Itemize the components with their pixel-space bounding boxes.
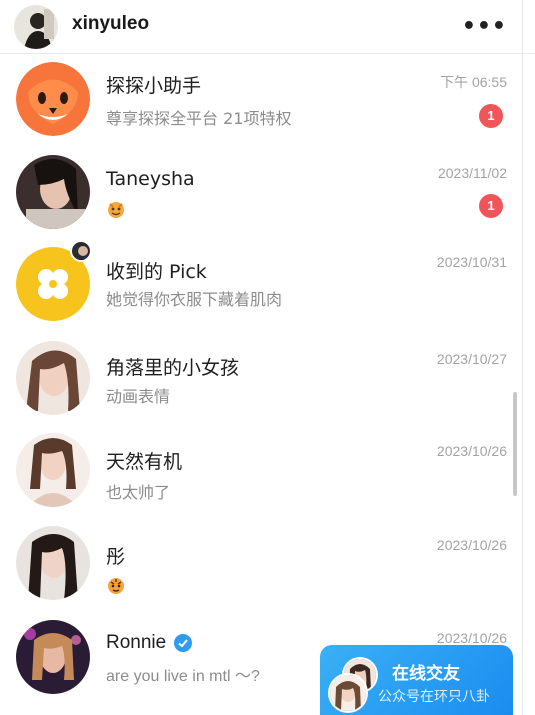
online-card-title: 在线交友 — [392, 664, 460, 684]
chat-name: Ronnie — [106, 632, 167, 653]
chat-time: 下午 06:55 — [440, 74, 507, 90]
chat-name: 收到的 Pick — [106, 261, 207, 283]
panel-edge-divider — [522, 0, 523, 715]
unread-badge: 1 — [479, 104, 503, 128]
chat-name: 探探小助手 — [106, 75, 202, 97]
pick-sender-avatar — [70, 240, 92, 262]
chat-preview: 也太帅了 — [106, 483, 171, 502]
chat-name: 天然有机 — [106, 451, 183, 473]
card-avatar-bottom — [328, 673, 368, 713]
chat-time: 2023/10/27 — [436, 351, 507, 367]
chat-time: 2023/10/31 — [436, 254, 507, 270]
account-username: xinyuleo — [72, 13, 150, 34]
tong-avatar — [16, 526, 90, 600]
chat-preview: 尊享探探全平台 21项特权 — [106, 109, 292, 128]
scrollbar[interactable] — [513, 392, 517, 496]
taneysha-avatar — [16, 155, 90, 229]
assistant-avatar — [16, 62, 90, 136]
emoji-sticker-icon — [106, 199, 126, 223]
chat-row-tong[interactable]: 彤 2023/10/26 — [0, 526, 535, 618]
chat-preview: 她觉得你衣服下藏着肌肉 — [106, 290, 283, 309]
watermark-text: 公众号在环只八卦 — [378, 689, 490, 705]
online-dating-card[interactable]: 在线交友 公众号在环只八卦 — [320, 645, 513, 715]
chat-row-pick[interactable]: 收到的 Pick 她觉得你衣服下藏着肌肉 2023/10/31 — [0, 240, 535, 339]
verified-badge-icon — [174, 634, 192, 652]
profile-avatar[interactable] — [14, 5, 58, 49]
chat-row-corner-girl[interactable]: 角落里的小女孩 动画表情 2023/10/27 — [0, 341, 535, 433]
emoji-tiger-icon — [106, 575, 126, 599]
corner-girl-avatar — [16, 341, 90, 415]
unread-badge: 1 — [479, 194, 503, 218]
header-bar: xinyuleo ••• — [0, 0, 535, 54]
chat-time: 2023/10/26 — [436, 443, 507, 459]
chat-time: 2023/11/02 — [437, 165, 507, 181]
chat-name: 彤 — [106, 546, 126, 568]
chat-time: 2023/10/26 — [436, 537, 507, 553]
chat-row-assistant[interactable]: 探探小助手 尊享探探全平台 21项特权 下午 06:55 1 — [0, 62, 535, 154]
chat-time: 2023/10/26 — [436, 630, 507, 646]
chat-row-taneysha[interactable]: Taneysha 2023/11/02 1 — [0, 155, 535, 247]
chat-preview: 动画表情 — [106, 387, 171, 406]
chat-preview: are you live in mtl ～? — [106, 668, 260, 685]
chat-name: Taneysha — [106, 168, 195, 190]
ronnie-avatar — [16, 620, 90, 694]
more-options-icon[interactable]: ••• — [462, 14, 507, 39]
chat-row-natural-organic[interactable]: 天然有机 也太帅了 2023/10/26 — [0, 433, 535, 525]
natural-organic-avatar — [16, 433, 90, 507]
chat-name: 角落里的小女孩 — [106, 357, 240, 379]
